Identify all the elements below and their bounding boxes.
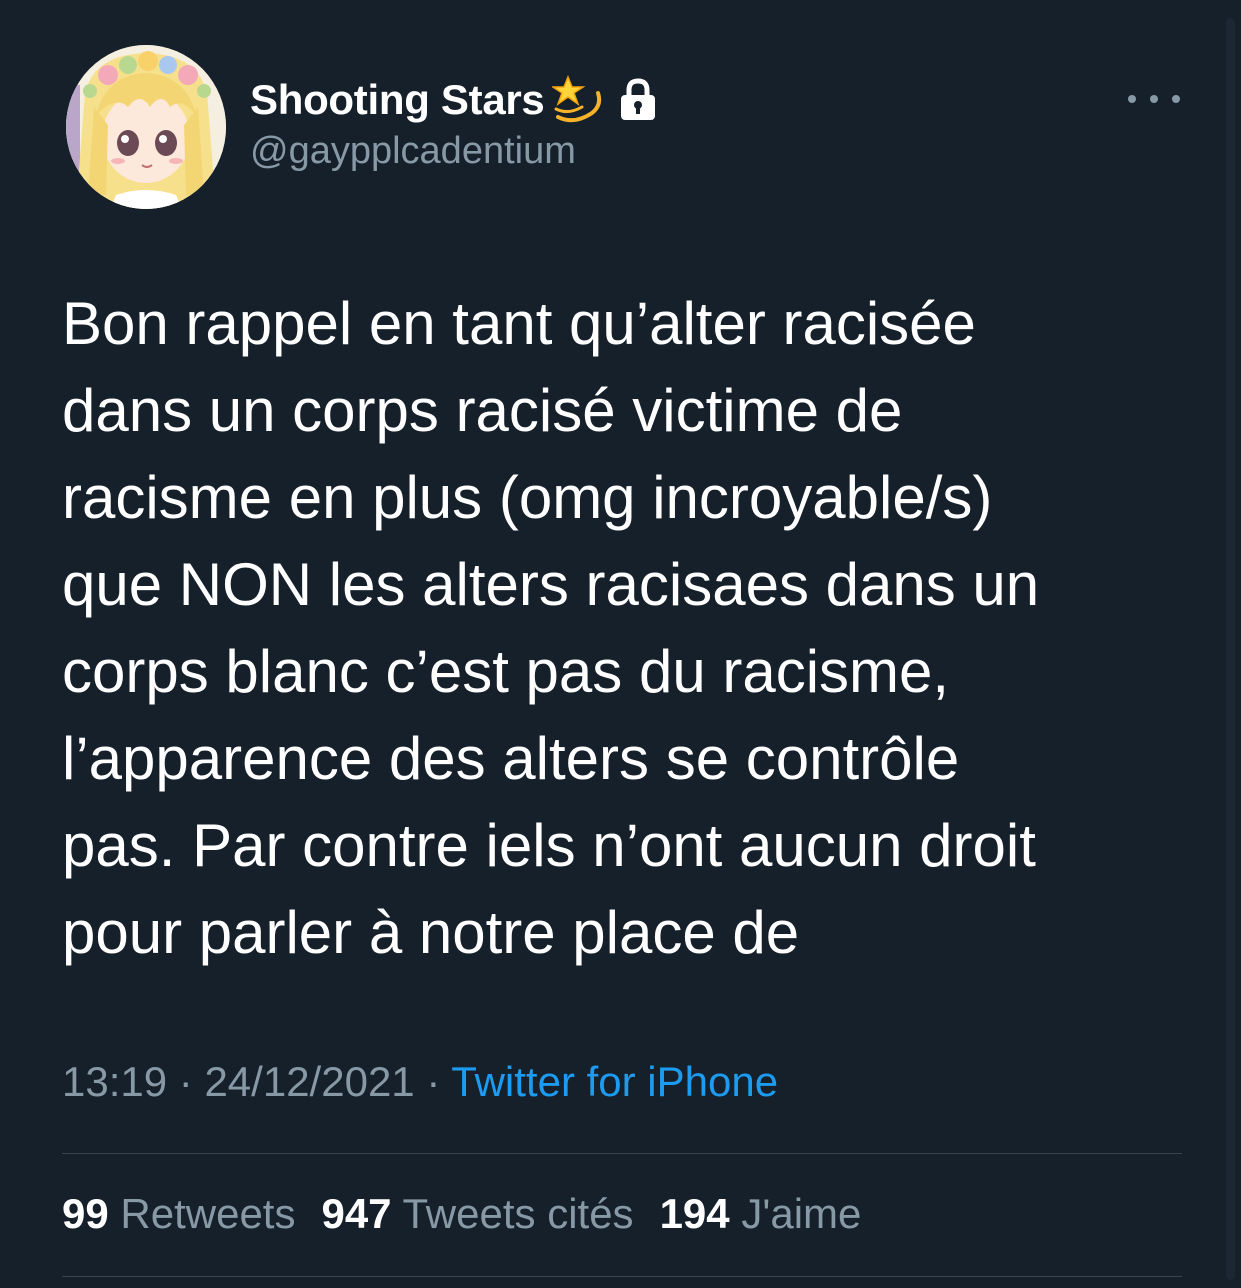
tweet-date[interactable]: 24/12/2021 [204, 1058, 414, 1105]
tweet-meta: 13:19 · 24/12/2021 · Twitter for iPhone [62, 1058, 778, 1106]
author-handle[interactable]: @gaypplcadentium [250, 130, 658, 173]
avatar[interactable] [66, 45, 226, 209]
tweet-text-line: corps blanc c’est pas du racisme, [62, 638, 950, 705]
scrollbar[interactable] [1226, 18, 1235, 1280]
tweet-author[interactable]: Shooting Stars @gaypplcadentium [250, 72, 658, 173]
divider [62, 1276, 1182, 1277]
divider [62, 1153, 1182, 1154]
dizzy-star-emoji-icon [552, 74, 602, 123]
tweet-time[interactable]: 13:19 [62, 1058, 167, 1105]
tweet-text-line: pas. Par contre iels n’ont aucun droit [62, 812, 1036, 879]
more-options-button[interactable] [1128, 86, 1180, 112]
tweet-text-line: Bon rappel en tant qu’alter racisée [62, 290, 976, 357]
tweet-text-line: racisme en plus (omg incroyable/s) [62, 464, 993, 531]
meta-separator: · [426, 1058, 441, 1105]
tweet-text-line: pour parler à notre place de [62, 899, 800, 966]
more-horizontal-icon [1128, 95, 1136, 103]
tweet-page: Shooting Stars @gaypplcadentium Bon rapp… [0, 0, 1241, 1288]
retweets-label: Retweets [120, 1190, 296, 1237]
tweet-source-link[interactable]: Twitter for iPhone [451, 1058, 778, 1105]
tweet-text-line: l’apparence des alters se contrôle [62, 725, 960, 792]
tweet-text-line: dans un corps racisé victime de [62, 377, 903, 444]
retweets-stat[interactable]: 99 Retweets [62, 1190, 295, 1237]
tweet-text-line: que NON les alters racisaes dans un [62, 551, 1040, 618]
more-horizontal-icon [1172, 95, 1180, 103]
meta-separator: · [178, 1058, 193, 1105]
likes-stat[interactable]: 194 J'aime [660, 1190, 862, 1237]
lock-icon [621, 78, 656, 120]
quotes-count: 947 [321, 1190, 392, 1237]
likes-count: 194 [659, 1190, 730, 1237]
quotes-label: Tweets cités [402, 1190, 634, 1237]
tweet-text: Bon rappel en tant qu’alter racisée dans… [62, 280, 1192, 976]
more-horizontal-icon [1150, 95, 1158, 103]
tweet-stats: 99 Retweets 947 Tweets cités 194 J'aime [62, 1190, 861, 1238]
likes-label: J'aime [741, 1190, 862, 1237]
author-display-name[interactable]: Shooting Stars [250, 76, 545, 124]
author-name-row[interactable]: Shooting Stars [250, 72, 658, 128]
avatar-illustration [66, 45, 226, 209]
retweets-count: 99 [62, 1190, 109, 1237]
quotes-stat[interactable]: 947 Tweets cités [321, 1190, 633, 1237]
